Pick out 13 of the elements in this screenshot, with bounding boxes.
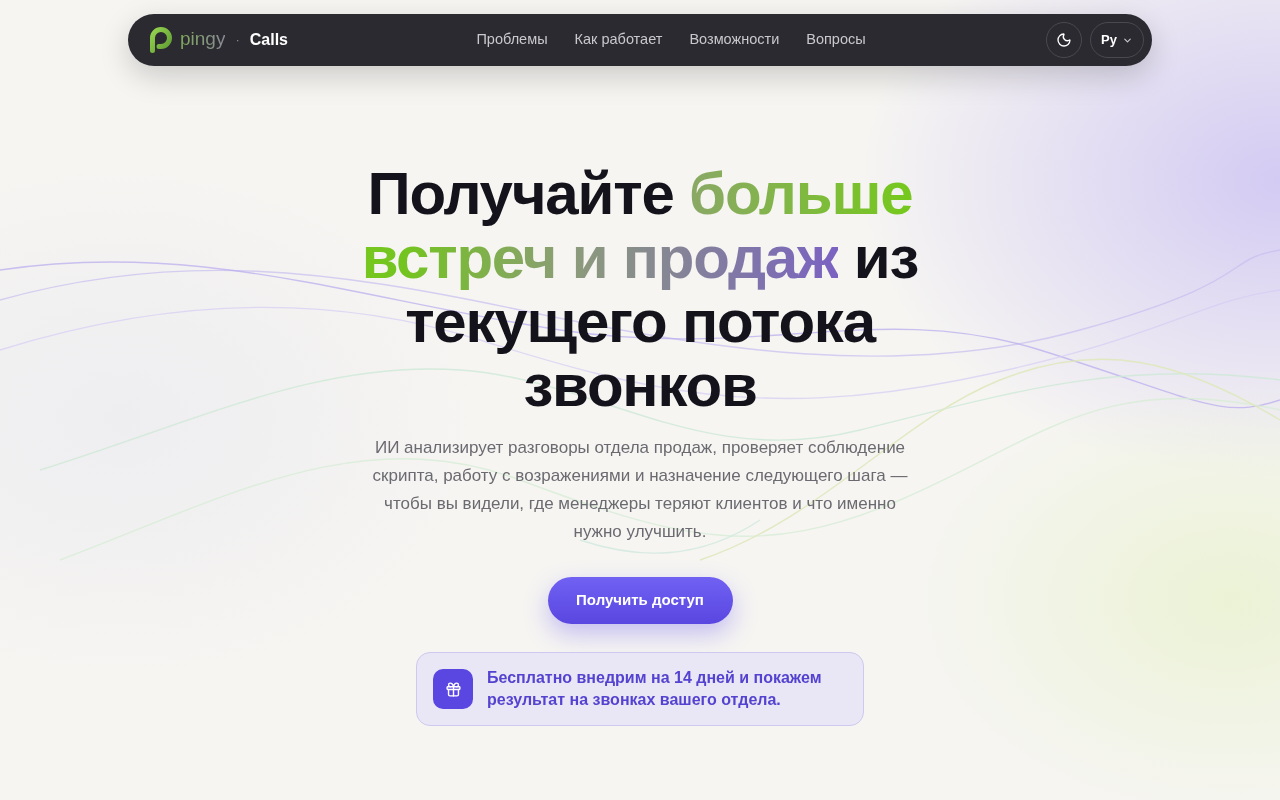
logo-icon — [148, 27, 174, 53]
nav-link[interactable]: Как работает — [574, 29, 663, 51]
get-access-button[interactable]: Получить доступ — [547, 577, 733, 624]
logo-wordmark: pingy — [180, 29, 226, 51]
nav-link[interactable]: Проблемы — [476, 29, 548, 51]
hero-description: ИИ анализирует разговоры отдела продаж, проверяет соблюдение скрипта, работу с возражениями и назначение следующего шага — чтобы вы видели, где менеджеры теряют клиентов и что именно нужно улучшить. — [371, 437, 909, 543]
moon-icon — [1056, 32, 1073, 48]
product-name: Calls — [249, 30, 288, 50]
nav-link[interactable]: Возможности — [689, 29, 780, 51]
gift-icon — [433, 669, 473, 709]
logo-separator: · — [235, 31, 240, 50]
nav-link[interactable]: Вопросы — [806, 29, 866, 51]
free-trial-text: Бесплатно внедрим на 14 дней и покажем результат на звонках вашего отдела. — [487, 668, 823, 710]
